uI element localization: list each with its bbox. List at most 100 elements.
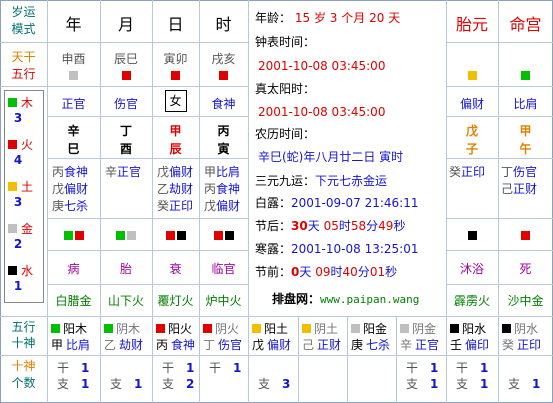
count-label: 支 [456, 377, 469, 391]
divider [446, 316, 447, 403]
pillar-tengod: 正官 [61, 97, 86, 111]
after-seconds: 49 [378, 219, 394, 233]
pillar-branch: 酉 [119, 142, 132, 156]
corner-top: 岁运 [11, 5, 36, 19]
pillar-nayin: 白腊金 [55, 294, 92, 308]
square-row [446, 68, 498, 82]
count-label: 十神 [11, 359, 36, 373]
count-row-labels: 十神 个数 [0, 358, 47, 392]
square-icon [252, 324, 261, 333]
hidden-stem: 辛正官 [105, 163, 141, 180]
age-unit: 岁 [313, 11, 326, 25]
age-row: 年龄： 15 岁 3 个月 20 天 [255, 11, 400, 26]
after-row: 节后：30天 05时58分49秒 [255, 219, 405, 234]
hidden-stem: 乙劫财 [157, 180, 193, 197]
pillar-stage: 临官 [211, 262, 236, 276]
count-value: 1 [81, 361, 90, 375]
hidden-gan: 甲 [204, 165, 217, 179]
hidden-gan: 戊 [157, 165, 170, 179]
nayin: 沙中金 [507, 294, 544, 308]
divider [47, 158, 248, 159]
site-link[interactable]: www.paipan.wang [320, 293, 419, 306]
bottom-shishen: 戊偏财 [252, 336, 291, 353]
minggong-title: 命宫 [509, 15, 542, 34]
count-label: 个数 [11, 376, 36, 390]
divider [0, 86, 248, 87]
shishen-gan: 戊 [252, 338, 265, 352]
hidden-stem: 戊偏财 [52, 180, 88, 197]
square-icon [176, 231, 186, 240]
bottom-wuxing: 阴金 [400, 320, 436, 337]
shishen-gan: 丁 [203, 338, 216, 352]
count-label: 干 [406, 361, 419, 375]
bailu-value: 2001-09-07 21:46:11 [291, 196, 419, 210]
hidden-god: 正印 [169, 199, 194, 213]
age-unit: 个月 [341, 11, 366, 25]
count-cell: 支1 [456, 375, 488, 392]
element-0: 木3 [8, 93, 42, 135]
element-square [8, 97, 17, 107]
hidden-god: 食神 [64, 165, 89, 179]
pillar-tengod: 伤官 [113, 97, 138, 111]
hidden-stem: 戊偏财 [157, 163, 193, 180]
hidden-god: 比肩 [216, 165, 241, 179]
square-icon [203, 324, 212, 333]
divider [446, 42, 553, 43]
tengod: 比肩 [513, 97, 538, 111]
element-squares [446, 228, 498, 242]
element-2: 土3 [8, 177, 42, 219]
tiangan-label: 天干 [11, 50, 36, 64]
hidden-gan: 丙 [204, 182, 217, 196]
unit: 天 [307, 219, 320, 233]
divider [446, 86, 553, 87]
wuxing-text: 阴土 [314, 322, 339, 336]
hidden-gan: 戊 [204, 199, 217, 213]
pillar-branch: 辰 [169, 142, 182, 156]
divider [47, 218, 248, 219]
element-count: 2 [13, 237, 23, 251]
site-row: 排盘网：www.paipan.wang [272, 292, 419, 307]
hidden-stem: 丙食神 [52, 163, 88, 180]
corner-bottom: 模式 [11, 22, 36, 36]
pillar-nayin: 覆灯火 [157, 294, 194, 308]
bottom-wuxing: 阴水 [502, 320, 538, 337]
count-value: 1 [430, 361, 439, 375]
pillar-title: 日 [167, 15, 184, 34]
shishen-gan: 丙 [156, 338, 169, 352]
shishen-gan: 壬 [450, 338, 463, 352]
count-label: 干 [57, 361, 70, 375]
divider [199, 316, 200, 403]
square-icon [116, 231, 125, 240]
count-value: 1 [233, 361, 242, 375]
hidden-gan: 辛 [105, 165, 118, 179]
count-cell: 干1 [406, 359, 438, 376]
count-value: 1 [480, 377, 489, 391]
shishen-god: 正官 [415, 338, 440, 352]
bottom-row-labels: 五行 十神 [0, 319, 47, 351]
hanlu-value: 2001-10-08 13:25:01 [291, 242, 419, 256]
pillar-square-row [47, 68, 100, 82]
hidden-stem: 癸正印 [449, 163, 485, 180]
pillar-title: 月 [117, 15, 134, 34]
pillar-ganzhi-empty: 辰巳 [113, 52, 138, 66]
pillar-element-squares [47, 228, 100, 242]
square-icon [156, 324, 165, 333]
pillar-element-squares [152, 228, 199, 242]
gender-box[interactable]: 女 [164, 90, 187, 112]
bottom-shishen: 癸正印 [502, 336, 541, 353]
divider [446, 116, 553, 117]
square-icon [219, 71, 228, 80]
bottom-wuxing: 阳水 [450, 320, 486, 337]
hidden-stem: 丁伤官 [501, 163, 537, 180]
before-row: 节前：0天 09时40分01秒 [255, 265, 397, 280]
shishen-god: 正财 [317, 338, 342, 352]
element-name-text: 金 [21, 221, 34, 236]
pillar-stage: 胎 [119, 262, 132, 276]
shishen-gan: 辛 [400, 338, 413, 352]
element-name-text: 木 [21, 95, 34, 110]
hidden-god: 伤官 [513, 165, 538, 179]
element-square [8, 265, 17, 275]
square-icon [51, 324, 60, 333]
hidden-gan: 癸 [449, 165, 462, 179]
element-name: 土 [8, 177, 42, 195]
